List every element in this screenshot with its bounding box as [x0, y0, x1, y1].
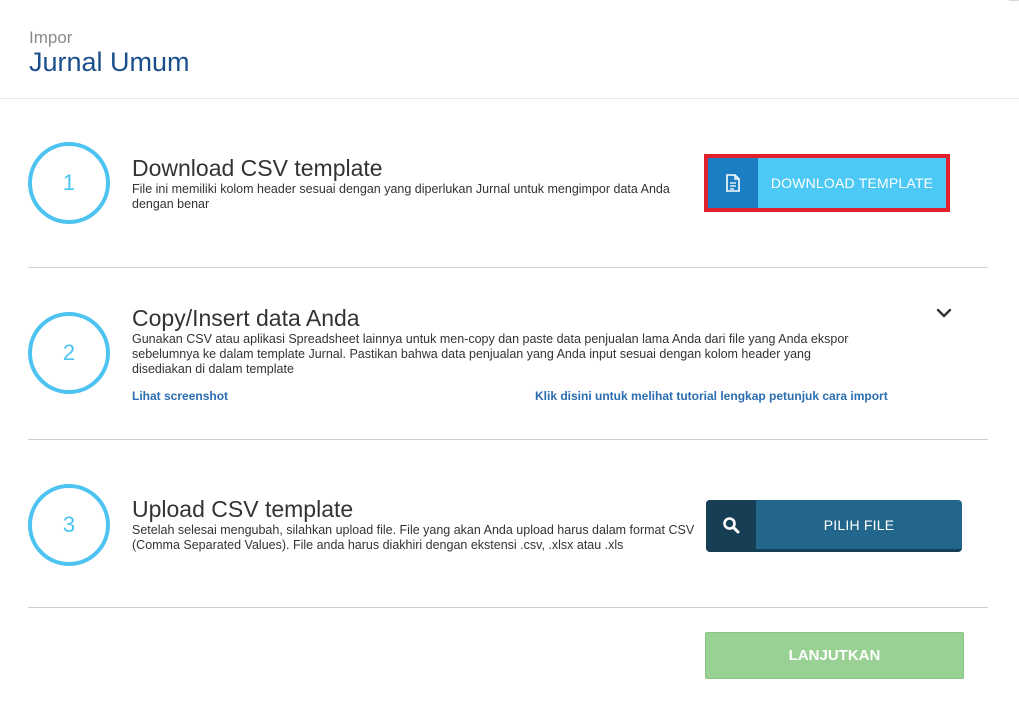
step-3-circle: 3 [28, 484, 110, 566]
corner-divider [1009, 0, 1019, 5]
see-screenshot-link[interactable]: Lihat screenshot [132, 389, 228, 403]
step-1-title: Download CSV template [132, 155, 383, 181]
step-2-circle: 2 [28, 312, 110, 394]
step-1-description: File ini memiliki kolom header sesuai de… [132, 182, 670, 211]
divider-3 [28, 607, 988, 608]
step-2-description: Gunakan CSV atau aplikasi Spreadsheet la… [132, 332, 849, 376]
choose-file-button[interactable]: PILIH FILE [706, 500, 962, 552]
choose-file-label: PILIH FILE [823, 516, 895, 533]
chevron-down-icon[interactable] [936, 306, 952, 318]
page-subtitle: Impor [29, 28, 73, 47]
step-3-title: Upload CSV template [132, 496, 354, 522]
continue-button[interactable]: LANJUTKAN [705, 632, 964, 679]
page-title: Jurnal Umum [29, 47, 190, 77]
download-template-label: DOWNLOAD TEMPLATE [770, 175, 934, 191]
divider-1 [28, 267, 988, 268]
document-icon [708, 158, 758, 208]
divider-2 [28, 439, 988, 440]
search-icon [706, 500, 756, 549]
step-2-title: Copy/Insert data Anda [132, 305, 360, 331]
download-template-button[interactable]: DOWNLOAD TEMPLATE [708, 158, 946, 208]
tutorial-link[interactable]: Klik disini untuk melihat tutorial lengk… [535, 389, 888, 403]
step-3-description: Setelah selesai mengubah, silahkan uploa… [132, 523, 695, 552]
page-header: Impor Jurnal Umum [0, 0, 1019, 99]
step-1-circle: 1 [28, 142, 110, 224]
